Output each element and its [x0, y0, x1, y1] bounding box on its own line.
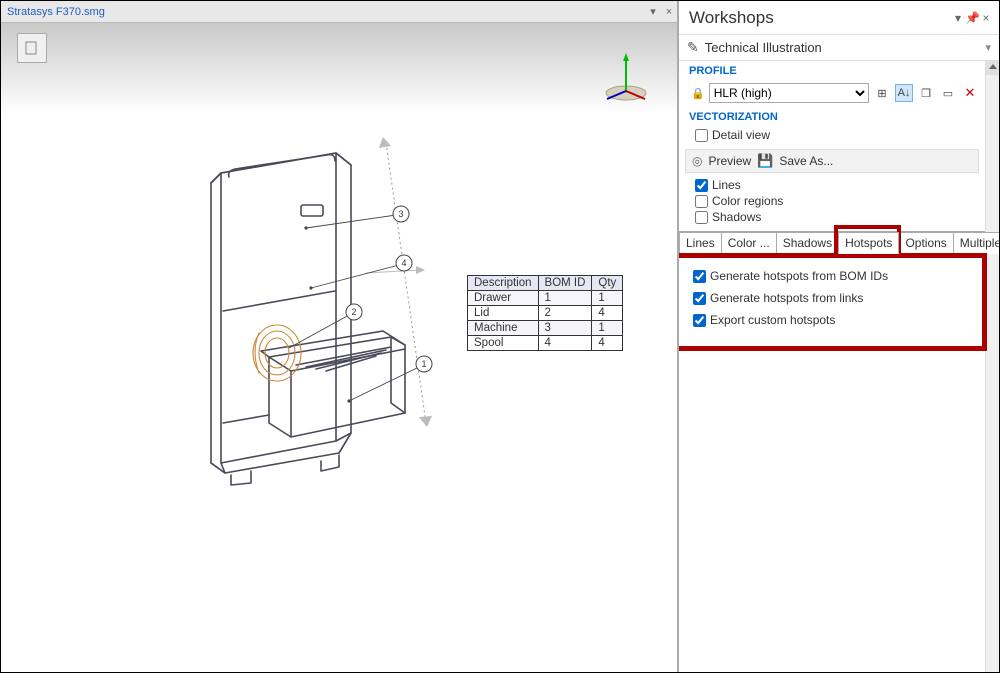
bom-table: Description BOM ID Qty Drawer11Lid24Mach…: [467, 275, 623, 351]
view-thumbnail[interactable]: [17, 33, 47, 63]
axis-triad[interactable]: [599, 51, 653, 105]
tab-close-icon[interactable]: ×: [661, 6, 677, 18]
svg-text:2: 2: [351, 307, 356, 317]
hotspots-links-checkbox[interactable]: Generate hotspots from links: [689, 287, 975, 309]
table-row: Spool44: [468, 336, 623, 351]
preview-button[interactable]: Preview: [708, 154, 751, 168]
hotspots-tab-content: Generate hotspots from BOM IDs Generate …: [679, 255, 985, 361]
illustration-icon: ✎: [687, 39, 699, 56]
bom-header: BOM ID: [538, 276, 592, 291]
panel-title: Workshops: [689, 8, 774, 28]
toolbar-button-sort[interactable]: A↓: [895, 84, 913, 102]
table-row: Machine31: [468, 321, 623, 336]
panel-close-icon[interactable]: ×: [979, 11, 993, 25]
hotspots-custom-checkbox[interactable]: Export custom hotspots: [689, 309, 975, 331]
panel-subheader[interactable]: ✎ Technical Illustration ▾: [679, 35, 999, 61]
lines-checkbox[interactable]: Lines: [689, 177, 979, 193]
tab-dropdown-icon[interactable]: ▾: [645, 5, 661, 18]
collapse-icon[interactable]: ▾: [985, 41, 991, 54]
toolbar-delete-icon[interactable]: ✕: [961, 84, 979, 102]
tab-multiple[interactable]: Multiple: [953, 232, 999, 254]
toolbar-button[interactable]: ⊞: [873, 84, 891, 102]
color-regions-checkbox[interactable]: Color regions: [689, 193, 979, 209]
profile-select[interactable]: HLR (high): [709, 83, 869, 103]
tab-hotspots[interactable]: Hotspots: [838, 232, 899, 254]
toolbar-button[interactable]: ❐: [917, 84, 935, 102]
preview-icon: ◎: [692, 154, 702, 168]
hotspots-bom-checkbox[interactable]: Generate hotspots from BOM IDs: [689, 265, 975, 287]
tab-options[interactable]: Options: [898, 232, 953, 254]
model-illustration: 3 4 2 1: [151, 123, 491, 553]
document-tab[interactable]: Stratasys F370.smg: [7, 6, 105, 18]
shadows-checkbox[interactable]: Shadows: [689, 209, 979, 225]
panel-pin-icon[interactable]: 📌: [965, 11, 979, 25]
tab-color[interactable]: Color ...: [721, 232, 777, 254]
table-row: Lid24: [468, 306, 623, 321]
profile-heading: PROFILE: [679, 61, 985, 81]
svg-text:4: 4: [401, 258, 406, 268]
toolbar-button[interactable]: ▭: [939, 84, 957, 102]
panel-header: Workshops ▾ 📌 ×: [679, 1, 999, 35]
panel-subtitle: Technical Illustration: [705, 40, 822, 55]
main-area: Stratasys F370.smg ▾ ×: [1, 1, 677, 672]
tab-lines[interactable]: Lines: [679, 232, 722, 254]
bom-header: Qty: [592, 276, 623, 291]
panel-scrollbar[interactable]: [985, 61, 999, 672]
tab-shadows[interactable]: Shadows: [776, 232, 839, 254]
svg-text:1: 1: [421, 359, 426, 369]
workshops-panel: Workshops ▾ 📌 × ✎ Technical Illustration…: [677, 1, 999, 672]
vectorization-tabstrip: LinesColor ...ShadowsHotspotsOptionsMult…: [679, 231, 985, 255]
panel-dropdown-icon[interactable]: ▾: [951, 11, 965, 25]
detail-view-checkbox[interactable]: Detail view: [689, 127, 979, 143]
profile-row: 🔒 HLR (high) ⊞ A↓ ❐ ▭ ✕: [679, 81, 985, 107]
bom-header: Description: [468, 276, 539, 291]
save-as-button[interactable]: Save As...: [779, 154, 833, 168]
svg-text:3: 3: [398, 209, 403, 219]
document-tab-bar: Stratasys F370.smg ▾ ×: [1, 1, 677, 23]
table-row: Drawer11: [468, 291, 623, 306]
vectorization-heading: VECTORIZATION: [679, 107, 985, 127]
action-row: ◎ Preview 💾 Save As...: [685, 149, 979, 173]
lock-icon: 🔒: [691, 87, 705, 100]
viewport[interactable]: 3 4 2 1 Description BOM ID Qty: [1, 23, 677, 672]
save-icon: 💾: [757, 153, 773, 169]
